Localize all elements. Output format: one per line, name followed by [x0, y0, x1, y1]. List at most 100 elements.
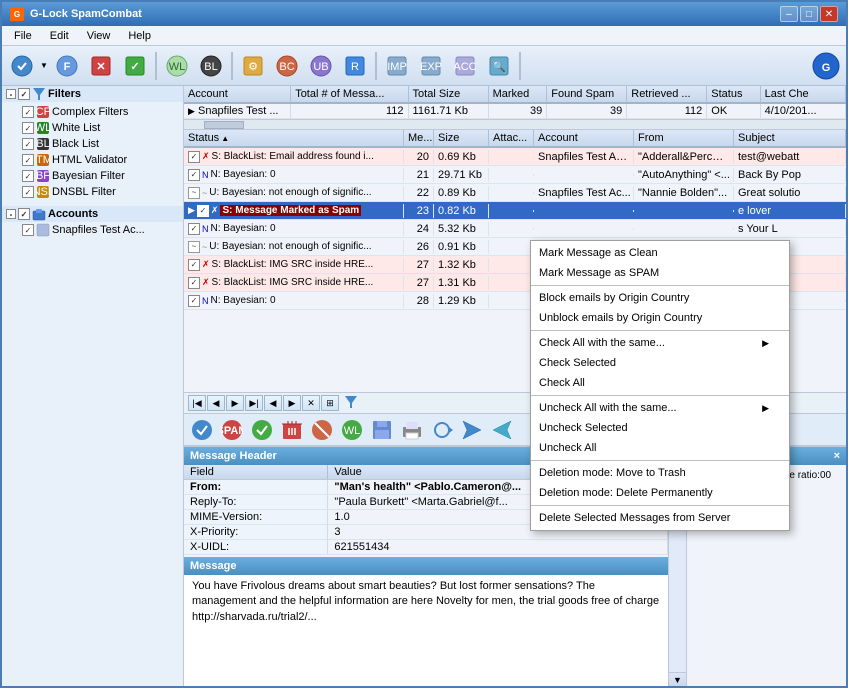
- action-block[interactable]: [308, 417, 336, 443]
- nav-last[interactable]: ▶|: [245, 395, 263, 411]
- filter-complex[interactable]: ✓ CF Complex Filters: [18, 104, 183, 120]
- msg-row-2[interactable]: ~ ~ U: Bayesian: not enough of signific.…: [184, 184, 846, 202]
- nav-prev2[interactable]: ◀: [264, 395, 282, 411]
- scroll-down[interactable]: ▼: [669, 672, 686, 686]
- action-send[interactable]: [458, 417, 486, 443]
- msg-row-0[interactable]: ✓ ✗ S: BlackList: Email address found i.…: [184, 148, 846, 166]
- toolbar-account-btn[interactable]: ACC: [449, 50, 481, 82]
- action-refresh[interactable]: [428, 417, 456, 443]
- toolbar-import-btn[interactable]: IMP: [381, 50, 413, 82]
- row2-checkbox[interactable]: ~: [188, 187, 200, 199]
- nav-grid[interactable]: ⊞: [321, 395, 339, 411]
- nav-next2[interactable]: ▶: [283, 395, 301, 411]
- msg-col-status[interactable]: Status ▲: [184, 130, 404, 146]
- msg-col-from[interactable]: From: [634, 130, 734, 146]
- action-check-btn[interactable]: [188, 417, 216, 443]
- snapfiles-checkbox[interactable]: ✓: [22, 224, 34, 236]
- toolbar-unblock-btn[interactable]: UB: [305, 50, 337, 82]
- accounts-checkbox[interactable]: ✓: [18, 208, 30, 220]
- nav-stop[interactable]: ✕: [302, 395, 320, 411]
- col-retrieved[interactable]: Retrieved ...: [627, 86, 707, 103]
- col-total-msgs[interactable]: Total # of Messa...: [291, 86, 408, 103]
- toolbar-delete-btn[interactable]: ✕: [85, 50, 117, 82]
- toolbar-blacklist-btn[interactable]: BL: [195, 50, 227, 82]
- col-last-check[interactable]: Last Che: [760, 86, 845, 103]
- filter-dnsbl[interactable]: ✓ DNSBL DNSBL Filter: [18, 184, 183, 200]
- toolbar-drop-btn[interactable]: ▼: [39, 50, 49, 82]
- nav-prev[interactable]: ◀: [207, 395, 225, 411]
- action-mark-spam[interactable]: SPAM: [218, 417, 246, 443]
- toolbar-block-country-btn[interactable]: BC: [271, 50, 303, 82]
- msg-col-size[interactable]: Size: [434, 130, 489, 146]
- msg-body-content[interactable]: You have Frivolous dreams about smart be…: [184, 575, 668, 686]
- ctx-check-selected[interactable]: Check Selected: [531, 353, 789, 373]
- side-panel-close[interactable]: ×: [834, 450, 840, 462]
- row8-checkbox[interactable]: ✓: [188, 295, 200, 307]
- action-save[interactable]: [368, 417, 396, 443]
- menu-help[interactable]: Help: [120, 29, 159, 43]
- ctx-check-all-same[interactable]: Check All with the same... ▶: [531, 333, 789, 353]
- ctx-uncheck-all[interactable]: Uncheck All: [531, 438, 789, 458]
- minimize-button[interactable]: –: [780, 6, 798, 22]
- row0-checkbox[interactable]: ✓: [188, 151, 200, 163]
- accounts-expand[interactable]: -: [6, 209, 16, 219]
- account-snapfiles[interactable]: ✓ Snapfiles Test Ac...: [18, 222, 183, 238]
- row7-checkbox[interactable]: ✓: [188, 277, 200, 289]
- html-checkbox[interactable]: ✓: [22, 154, 34, 166]
- msg-row-3[interactable]: ▶ ✓ ✗ S: Message Marked as Spam 23 0.82 …: [184, 202, 846, 220]
- menu-file[interactable]: File: [6, 29, 40, 43]
- action-print[interactable]: [398, 417, 426, 443]
- row4-checkbox[interactable]: ✓: [188, 223, 200, 235]
- toolbar-search-btn[interactable]: 🔍: [483, 50, 515, 82]
- col-status[interactable]: Status: [707, 86, 760, 103]
- menu-view[interactable]: View: [79, 29, 119, 43]
- row3-checkbox[interactable]: ✓: [197, 205, 209, 217]
- col-marked[interactable]: Marked: [488, 86, 547, 103]
- nav-play[interactable]: ▶: [226, 395, 244, 411]
- msg-col-attac[interactable]: Attac...: [489, 130, 534, 146]
- account-row[interactable]: ▶ Snapfiles Test ... 112 1161.71 Kb 39 3…: [184, 103, 846, 119]
- filters-expand[interactable]: -: [6, 89, 16, 99]
- complex-checkbox[interactable]: ✓: [22, 106, 34, 118]
- toolbar-logo-btn[interactable]: G: [810, 50, 842, 82]
- nav-first[interactable]: |◀: [188, 395, 206, 411]
- action-whitelist[interactable]: WL: [338, 417, 366, 443]
- col-found-spam[interactable]: Found Spam: [547, 86, 627, 103]
- action-receive[interactable]: [488, 417, 516, 443]
- msg-row-1[interactable]: ✓ N N: Bayesian: 0 21 29.71 Kb "AutoAnyt…: [184, 166, 846, 184]
- ctx-unblock-country[interactable]: Unblock emails by Origin Country: [531, 308, 789, 328]
- action-delete[interactable]: [278, 417, 306, 443]
- title-bar-controls[interactable]: – □ ✕: [780, 6, 838, 22]
- toolbar-check-btn[interactable]: [6, 50, 38, 82]
- bayesian-checkbox[interactable]: ✓: [22, 170, 34, 182]
- ctx-deletion-trash[interactable]: Deletion mode: Move to Trash: [531, 463, 789, 483]
- ctx-mark-clean[interactable]: Mark Message as Clean: [531, 243, 789, 263]
- col-total-size[interactable]: Total Size: [408, 86, 488, 103]
- whitelist-checkbox[interactable]: ✓: [22, 122, 34, 134]
- col-account[interactable]: Account: [184, 86, 291, 103]
- ctx-uncheck-all-same[interactable]: Uncheck All with the same... ▶: [531, 398, 789, 418]
- maximize-button[interactable]: □: [800, 6, 818, 22]
- msg-row-4[interactable]: ✓ N N: Bayesian: 0 24 5.32 Kb s Your L: [184, 220, 846, 238]
- filters-checkbox[interactable]: ✓: [18, 88, 30, 100]
- toolbar-rules-btn[interactable]: R: [339, 50, 371, 82]
- toolbar-export-btn[interactable]: EXP: [415, 50, 447, 82]
- toolbar-whitelist-btn[interactable]: WL: [161, 50, 193, 82]
- filter-whitelist[interactable]: ✓ WL White List: [18, 120, 183, 136]
- account-scrollbar-h[interactable]: [184, 119, 846, 129]
- msg-col-me[interactable]: Me...: [404, 130, 434, 146]
- blacklist-checkbox[interactable]: ✓: [22, 138, 34, 150]
- row6-checkbox[interactable]: ✓: [188, 259, 200, 271]
- filter-html[interactable]: ✓ HTML HTML Validator: [18, 152, 183, 168]
- row5-checkbox[interactable]: ~: [188, 241, 200, 253]
- toolbar-settings-btn[interactable]: ⚙: [237, 50, 269, 82]
- ctx-deletion-permanent[interactable]: Deletion mode: Delete Permanently: [531, 483, 789, 503]
- menu-edit[interactable]: Edit: [42, 29, 77, 43]
- filter-blacklist[interactable]: ✓ BL Black List: [18, 136, 183, 152]
- toolbar-mark-clean-btn[interactable]: ✓: [119, 50, 151, 82]
- filter-bayesian[interactable]: ✓ BF Bayesian Filter: [18, 168, 183, 184]
- msg-col-subject[interactable]: Subject: [734, 130, 846, 146]
- ctx-check-all[interactable]: Check All: [531, 373, 789, 393]
- ctx-delete-from-server[interactable]: Delete Selected Messages from Server: [531, 508, 789, 528]
- action-clean[interactable]: [248, 417, 276, 443]
